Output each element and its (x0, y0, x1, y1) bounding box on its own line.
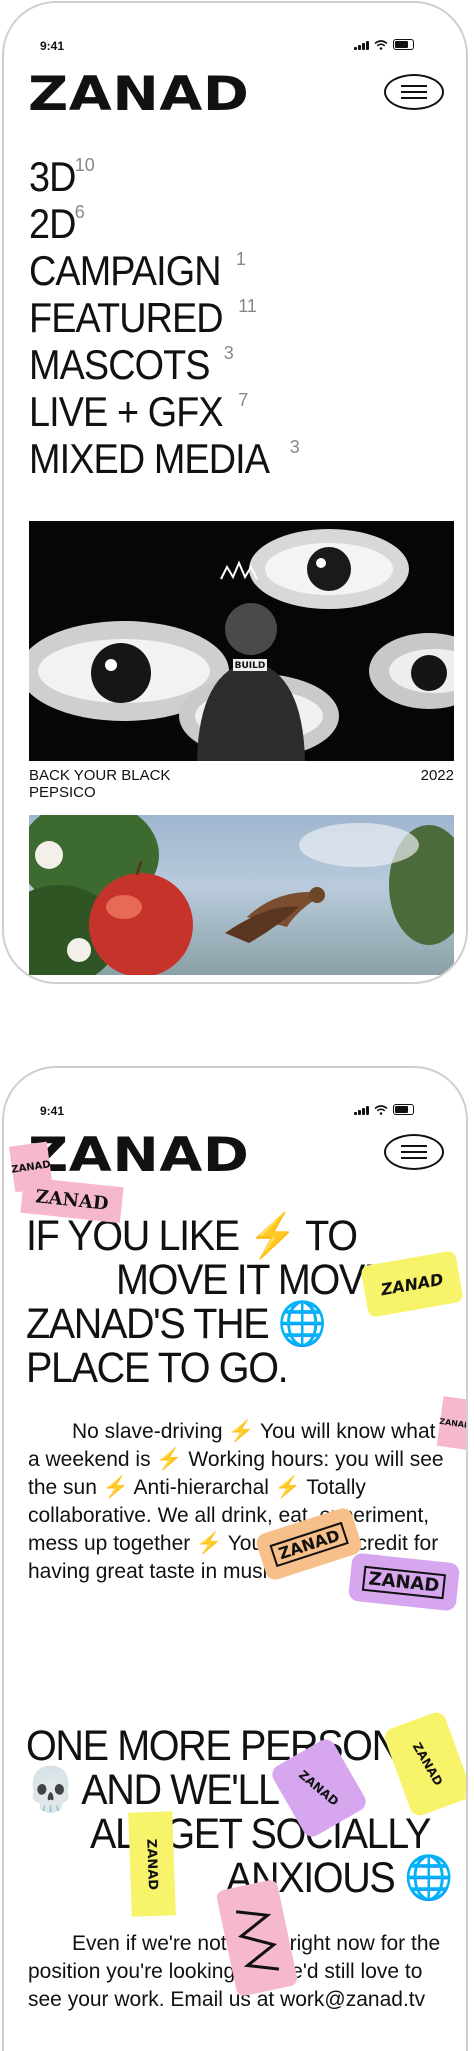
category-label: LIVE + GFX (29, 388, 224, 435)
category-3d[interactable]: 3D 10 (29, 153, 300, 200)
category-mixed-media[interactable]: MIXED MEDIA 3 (29, 435, 300, 482)
category-count: 3 (223, 343, 234, 363)
wifi-icon (374, 1104, 388, 1115)
headline-line: PLACE TO GO. (26, 1344, 289, 1392)
category-label: CAMPAIGN (29, 247, 222, 294)
category-count: 6 (74, 202, 85, 222)
project-thumbnail-apple-bird[interactable] (29, 815, 454, 975)
signal-icon (354, 40, 369, 50)
logo[interactable]: ZANAD (28, 67, 249, 122)
svg-text:BUILD: BUILD (235, 661, 266, 671)
category-2d[interactable]: 2D 6 (29, 200, 300, 247)
status-icons (354, 39, 414, 50)
category-count: 10 (74, 155, 95, 175)
category-label: 2D (29, 200, 76, 247)
category-label: FEATURED (29, 294, 224, 341)
eye-shape (249, 529, 409, 609)
sticker-yellow-3: ZANAD (128, 1811, 176, 1917)
menu-line-icon (401, 85, 427, 87)
sticker-purple: ZANAD (347, 1552, 461, 1612)
category-label: MASCOTS (29, 341, 211, 388)
category-list: 3D 10 2D 6 CAMPAIGN 1 FEATURED 11 MASCOTS 3 L… (29, 153, 300, 482)
phone-screen-careers: 9:41 ZANAD IF YOU LIKE ⚡ TO MOVE IT MOVE… (2, 1066, 468, 2051)
status-time: 9:41 (40, 1104, 65, 1118)
menu-line-icon (401, 97, 427, 99)
menu-button[interactable] (384, 1134, 444, 1170)
status-icons (354, 1104, 414, 1115)
status-bar: 9:41 (4, 23, 466, 53)
status-time: 9:41 (40, 39, 65, 53)
scribble-icon (235, 1910, 280, 1971)
project-year: 2022 (420, 767, 454, 784)
category-count: 11 (238, 296, 257, 316)
logo[interactable]: ZANAD (28, 1128, 249, 1183)
menu-line-icon (401, 1151, 427, 1153)
category-count: 3 (289, 437, 300, 457)
menu-line-icon (401, 91, 427, 93)
project-thumbnail-back-your-black[interactable]: BUILD (29, 521, 454, 761)
headline-line: IF YOU LIKE ⚡ TO (26, 1212, 358, 1260)
menu-line-icon (401, 1157, 427, 1159)
category-campaign[interactable]: CAMPAIGN 1 (29, 247, 300, 294)
signal-icon (354, 1105, 369, 1115)
category-mascots[interactable]: MASCOTS 3 (29, 341, 300, 388)
category-featured[interactable]: FEATURED 11 (29, 294, 300, 341)
eyes-collage-image: BUILD (29, 521, 454, 761)
category-count: 7 (238, 390, 249, 410)
sticker-yellow-2: ZANAD (382, 1709, 466, 1819)
project-title: BACK YOUR BLACK (29, 767, 171, 784)
category-label: MIXED MEDIA (29, 435, 270, 482)
status-bar: 9:41 (4, 1088, 466, 1118)
project-caption: BACK YOUR BLACK PEPSICO 2022 (29, 767, 454, 801)
sticker-pink-edge: ZANAD (436, 1396, 466, 1450)
project-client: PEPSICO (29, 784, 96, 801)
category-label: 3D (29, 153, 76, 200)
category-count: 1 (235, 249, 246, 269)
battery-icon (393, 39, 414, 50)
headline2-line: 💀 AND WE'LL (26, 1766, 280, 1814)
menu-line-icon (401, 1145, 427, 1147)
phone-screen-work: 9:41 ZANAD 3D 10 2D 6 CAMPAIGN 1 FEATURED 11… (2, 1, 468, 984)
category-live-gfx[interactable]: LIVE + GFX 7 (29, 388, 300, 435)
apple-bird-image (29, 815, 454, 975)
battery-icon (393, 1104, 414, 1115)
menu-button[interactable] (384, 74, 444, 110)
headline-line: ZANAD'S THE 🌐 (26, 1300, 327, 1348)
wifi-icon (374, 39, 388, 50)
